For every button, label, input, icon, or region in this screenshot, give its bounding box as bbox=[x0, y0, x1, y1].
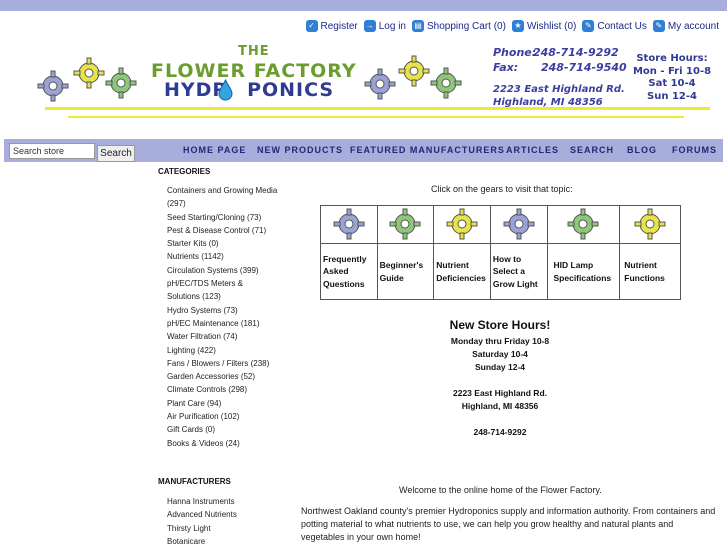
manufacturer-item[interactable]: Botanicare bbox=[167, 535, 292, 545]
manufacturer-item[interactable]: Advanced Nutrients bbox=[167, 508, 292, 521]
new-store-hours: New Store Hours! Monday thru Friday 10-8… bbox=[400, 318, 600, 439]
topic-faq[interactable]: Frequently Asked Questions bbox=[320, 243, 378, 300]
category-item[interactable]: Starter Kits (0) bbox=[167, 237, 292, 250]
nav-featured-manufacturers[interactable]: FEATURED MANUFACTURERS bbox=[350, 145, 505, 155]
top-strip bbox=[0, 0, 727, 11]
topic-gear-cell[interactable] bbox=[320, 205, 378, 244]
topic-beginners-guide[interactable]: Beginner's Guide bbox=[376, 243, 435, 300]
gear-icon[interactable] bbox=[333, 208, 365, 242]
category-item[interactable]: Containers and Growing Media bbox=[167, 184, 292, 197]
register-link[interactable]: ✓ Register bbox=[305, 20, 358, 32]
new-hours-title: New Store Hours! bbox=[449, 318, 551, 332]
nav-new-products[interactable]: NEW PRODUCTS bbox=[257, 145, 343, 155]
nav-search[interactable]: SEARCH bbox=[570, 145, 614, 155]
login-icon: → bbox=[363, 20, 376, 32]
contact-icon: ✎ bbox=[582, 20, 595, 32]
brand-the: THE bbox=[238, 44, 270, 59]
water-drop-icon bbox=[218, 79, 233, 101]
topic-nutrient-functions[interactable]: Nutrient Functions bbox=[619, 243, 681, 300]
category-item[interactable]: Books & Videos (24) bbox=[167, 437, 292, 450]
gear-icon bbox=[398, 55, 430, 87]
store-hours: Store Hours: Mon - Fri 10-8 Sat 10-4 Sun… bbox=[632, 53, 712, 102]
category-list: Containers and Growing Media (297) Seed … bbox=[167, 184, 292, 450]
topic-gear-cell[interactable] bbox=[489, 205, 548, 244]
account-icon: ✎ bbox=[652, 20, 665, 32]
address-line-1: 2223 East Highland Rd. bbox=[493, 84, 625, 95]
nav-home-page[interactable]: HOME PAGE bbox=[183, 145, 246, 155]
category-item[interactable]: (297) bbox=[167, 197, 292, 210]
topic-grow-light[interactable]: How to Select a Grow Light bbox=[489, 243, 548, 300]
categories-title: CATEGORIES bbox=[158, 167, 211, 176]
gear-icon bbox=[430, 67, 462, 99]
manufacturer-list: Hanna Instruments Advanced Nutrients Thi… bbox=[167, 495, 292, 545]
category-item[interactable]: Pest & Disease Control (71) bbox=[167, 224, 292, 237]
gear-icon[interactable] bbox=[634, 208, 666, 242]
wishlist-icon: ★ bbox=[511, 20, 524, 32]
manufacturers-title: MANUFACTURERS bbox=[158, 477, 231, 486]
header-links: ✓ Register → Log in ▤ Shopping Cart (0) ★ Wi… bbox=[304, 19, 719, 33]
gear-icon[interactable] bbox=[389, 208, 421, 242]
divider bbox=[68, 116, 684, 118]
category-item[interactable]: pH/EC Maintenance (181) bbox=[167, 317, 292, 330]
shopping-cart-link[interactable]: ▤ Shopping Cart (0) bbox=[412, 20, 506, 32]
topic-nutrient-deficiencies[interactable]: Nutrient Deficiencies bbox=[433, 243, 491, 300]
topics-table: Frequently Asked Questions Beginner's Gu… bbox=[320, 205, 681, 300]
category-item[interactable]: Fans / Blowers / Filters (238) bbox=[167, 357, 292, 370]
welcome-text: Welcome to the online home of the Flower… bbox=[399, 485, 602, 495]
gear-icon bbox=[105, 67, 137, 99]
category-item[interactable]: Air Purification (102) bbox=[167, 410, 292, 423]
login-link[interactable]: → Log in bbox=[363, 20, 406, 32]
search-button[interactable]: Search bbox=[97, 145, 135, 162]
topic-gear-cell[interactable] bbox=[376, 205, 435, 244]
fax-number: 248-714-9540 bbox=[541, 61, 627, 74]
category-item[interactable]: Hydro Systems (73) bbox=[167, 304, 292, 317]
category-item[interactable]: Lighting (422) bbox=[167, 344, 292, 357]
topic-hid-lamp[interactable]: HID Lamp Specifications bbox=[546, 243, 621, 300]
category-item[interactable]: Seed Starting/Cloning (73) bbox=[167, 211, 292, 224]
topic-gear-cell[interactable] bbox=[619, 205, 681, 244]
category-item[interactable]: Plant Care (94) bbox=[167, 397, 292, 410]
category-item[interactable]: Gift Cards (0) bbox=[167, 423, 292, 436]
category-item[interactable]: Water Filtration (74) bbox=[167, 330, 292, 343]
search-input[interactable]: Search store bbox=[9, 143, 95, 159]
topics-caption: Click on the gears to visit that topic: bbox=[431, 184, 573, 194]
gear-icon[interactable] bbox=[503, 208, 535, 242]
divider bbox=[45, 107, 710, 110]
register-icon: ✓ bbox=[305, 20, 318, 32]
phone-number: 248-714-9292 bbox=[533, 46, 619, 59]
nav-forums[interactable]: FORUMS bbox=[672, 145, 717, 155]
contact-info: Phone: 248-714-9292 Fax: 248-714-9540 2223… bbox=[493, 46, 627, 108]
contact-us-link[interactable]: ✎ Contact Us bbox=[582, 20, 647, 32]
wishlist-link[interactable]: ★ Wishlist (0) bbox=[511, 20, 576, 32]
category-item[interactable]: Climate Controls (298) bbox=[167, 383, 292, 396]
my-account-link[interactable]: ✎ My account bbox=[652, 20, 719, 32]
gear-icon[interactable] bbox=[446, 208, 478, 242]
category-item[interactable]: Garden Accessories (52) bbox=[167, 370, 292, 383]
category-item[interactable]: Circulation Systems (399) bbox=[167, 264, 292, 277]
nav-articles[interactable]: ARTICLES bbox=[506, 145, 559, 155]
gear-icon bbox=[37, 70, 69, 102]
gear-icon bbox=[73, 57, 105, 89]
nav-blog[interactable]: BLOG bbox=[627, 145, 657, 155]
manufacturer-item[interactable]: Hanna Instruments bbox=[167, 495, 292, 508]
topic-gear-cell[interactable] bbox=[546, 205, 621, 244]
topic-gear-cell[interactable] bbox=[433, 205, 491, 244]
gear-icon[interactable] bbox=[567, 208, 599, 242]
intro-text: Northwest Oakland county's premier Hydro… bbox=[301, 506, 716, 542]
gear-icon bbox=[364, 68, 396, 100]
brand-hydroponics: HYDR PONICS bbox=[164, 79, 335, 101]
manufacturer-item[interactable]: Thirsty Light bbox=[167, 522, 292, 535]
category-item[interactable]: pH/EC/TDS Meters & bbox=[167, 277, 292, 290]
category-item[interactable]: Solutions (123) bbox=[167, 290, 292, 303]
category-item[interactable]: Nutrients (1142) bbox=[167, 250, 292, 263]
cart-icon: ▤ bbox=[412, 20, 424, 32]
